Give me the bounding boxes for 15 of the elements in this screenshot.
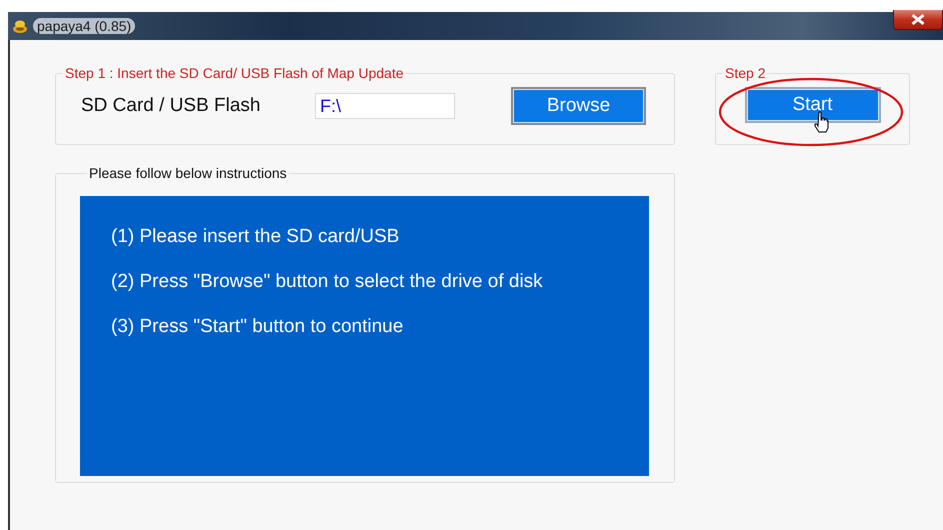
instruction-text: (1) Please insert the SD card/USB (111, 226, 400, 248)
start-button[interactable]: Start (744, 87, 880, 123)
hand-cursor-icon (814, 111, 830, 133)
path-field[interactable]: F:\ (315, 93, 455, 119)
field-label: SD Card / USB Flash (81, 95, 262, 117)
close-button[interactable] (893, 10, 943, 30)
close-icon (911, 14, 925, 25)
app-icon (12, 18, 28, 34)
window-title: papaya4 (0.85) (33, 18, 136, 34)
browse-button[interactable]: Browse (511, 87, 646, 125)
instruction-text: (3) Press "Start" button to continue (111, 316, 404, 338)
instruction-text: (2) Press "Browse" button to select the drive of disk (111, 271, 544, 293)
group-legend: Step 1 : Insert the SD Card/ USB Flash of Map Update (63, 65, 406, 81)
group-legend: Step 2 (723, 65, 768, 81)
group-legend: Please follow below instructions (87, 165, 289, 181)
